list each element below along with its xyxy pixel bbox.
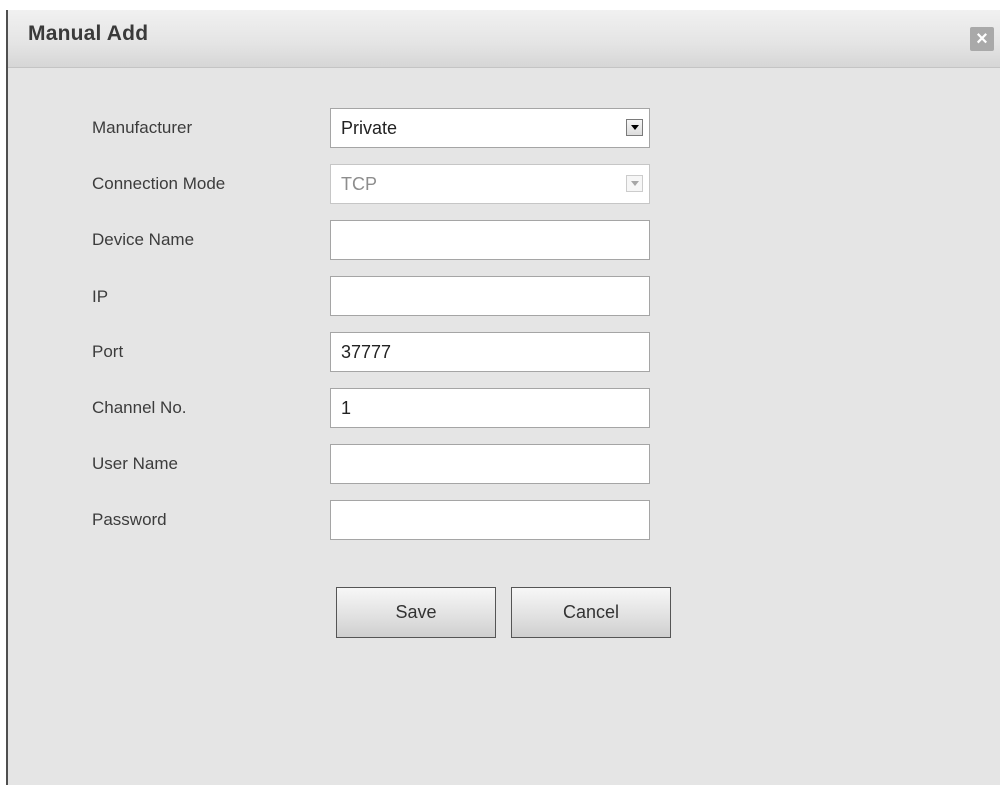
manufacturer-value: Private — [341, 118, 398, 138]
connection-mode-value: TCP — [341, 174, 377, 194]
save-button[interactable]: Save — [336, 587, 496, 638]
ip-label: IP — [92, 287, 109, 306]
ip-input[interactable] — [330, 276, 650, 316]
password-input[interactable] — [330, 500, 650, 540]
manufacturer-select[interactable]: Private — [330, 108, 650, 148]
dialog-titlebar: Manual Add × — [8, 10, 1000, 68]
port-input[interactable]: 37777 — [330, 332, 650, 372]
chevron-down-icon[interactable] — [626, 119, 643, 136]
device-name-label: Device Name — [92, 230, 195, 249]
device-name-input[interactable] — [330, 220, 650, 260]
manufacturer-label: Manufacturer — [92, 118, 193, 137]
channel-no-label: Channel No. — [92, 398, 187, 417]
user-name-input[interactable] — [330, 444, 650, 484]
password-label: Password — [92, 510, 167, 529]
user-name-label: User Name — [92, 454, 178, 473]
connection-mode-select: TCP — [330, 164, 650, 204]
close-icon[interactable]: × — [970, 27, 994, 51]
port-label: Port — [92, 342, 124, 361]
chevron-down-icon — [626, 175, 643, 192]
connection-mode-label: Connection Mode — [92, 174, 226, 193]
manual-add-dialog: Manual Add × Manufacturer Private Connec… — [6, 10, 1000, 785]
cancel-button[interactable]: Cancel — [511, 587, 671, 638]
channel-no-input[interactable]: 1 — [330, 388, 650, 428]
dialog-title: Manual Add — [28, 22, 149, 45]
